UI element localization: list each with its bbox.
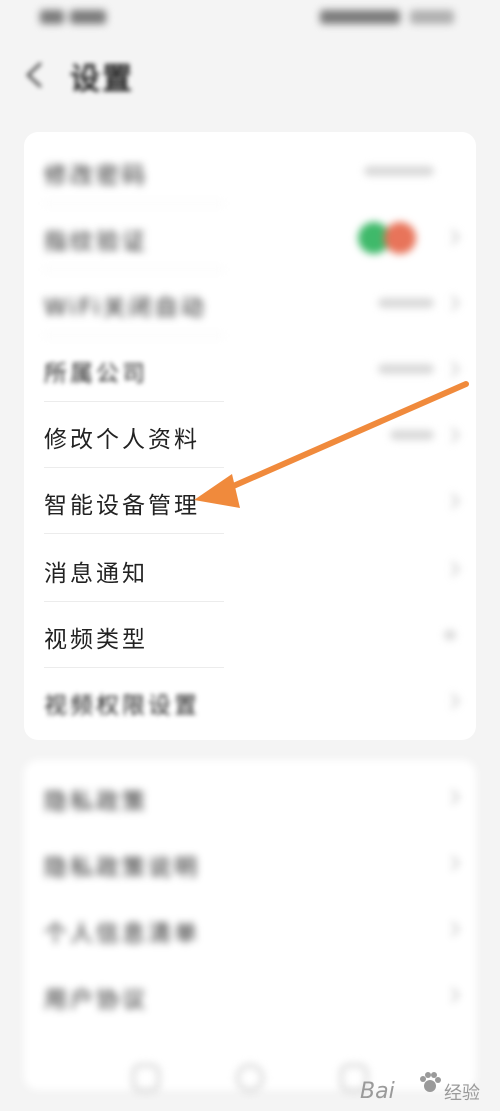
- settings-row-user-agreement[interactable]: 用户协议: [44, 962, 464, 1028]
- row-value: [444, 630, 456, 640]
- settings-row-privacy-summary[interactable]: 隐私政策说明: [44, 830, 464, 896]
- settings-row-video-type[interactable]: 视频类型: [44, 602, 464, 668]
- settings-row-smart-device-management[interactable]: 智能设备管理: [44, 468, 464, 534]
- toggle-switch[interactable]: [358, 222, 428, 254]
- row-label: 用户协议: [44, 987, 148, 1013]
- row-label: 个人信息清单: [44, 921, 200, 947]
- page-title: 设置: [70, 62, 134, 97]
- chevron-right-icon: [451, 295, 460, 311]
- settings-row-edit-profile[interactable]: 修改个人资料: [44, 402, 464, 468]
- row-label: 隐私政策说明: [44, 855, 200, 881]
- chevron-right-icon: [451, 921, 460, 937]
- back-arrow-icon[interactable]: [20, 58, 50, 92]
- watermark-suffix: 经验: [444, 1083, 480, 1104]
- row-value: [378, 298, 434, 308]
- row-label: WiFi关闭自动: [44, 295, 207, 321]
- row-label: 隐私政策: [44, 789, 148, 815]
- settings-row-company[interactable]: 所属公司: [44, 336, 464, 402]
- row-label: 修改密码: [44, 163, 148, 189]
- row-value: [364, 166, 434, 176]
- battery-status: [320, 10, 460, 26]
- settings-row-video-permissions[interactable]: 视频权限设置: [44, 668, 464, 734]
- chevron-right-icon: [451, 561, 460, 577]
- chevron-right-icon: [451, 361, 460, 377]
- chevron-right-icon: [451, 789, 460, 805]
- chevron-right-icon: [451, 693, 460, 709]
- row-label: 视频类型: [44, 627, 148, 653]
- row-label: 消息通知: [44, 561, 148, 587]
- chevron-right-icon: [451, 987, 460, 1003]
- status-bar: [0, 0, 500, 40]
- row-label: 智能设备管理: [44, 493, 200, 519]
- settings-row-privacy-policy[interactable]: 隐私政策: [44, 764, 464, 830]
- watermark-brand: Bai: [360, 1079, 395, 1104]
- signal-icon: [40, 10, 110, 26]
- settings-row-notifications[interactable]: 消息通知: [44, 536, 464, 602]
- home-icon[interactable]: [132, 1064, 160, 1092]
- chevron-right-icon: [451, 229, 460, 245]
- settings-row-fingerprint[interactable]: 指纹验证: [44, 204, 464, 270]
- settings-card-primary: 修改密码 指纹验证 WiFi关闭自动 所属公司 修改个人资料 智能设备管理 消息…: [24, 132, 476, 740]
- row-label: 所属公司: [44, 361, 148, 387]
- chevron-right-icon: [451, 493, 460, 509]
- settings-card-secondary: 隐私政策 隐私政策说明 个人信息清单 用户协议: [24, 760, 476, 1090]
- row-value: [390, 430, 434, 440]
- settings-row-wifi[interactable]: WiFi关闭自动: [44, 270, 464, 336]
- row-label: 修改个人资料: [44, 427, 200, 453]
- apps-icon[interactable]: [236, 1064, 264, 1092]
- settings-row-change-password[interactable]: 修改密码: [44, 138, 464, 204]
- baidu-watermark: Bai 经验: [360, 1071, 490, 1105]
- row-label: 视频权限设置: [44, 693, 200, 719]
- chevron-right-icon: [451, 855, 460, 871]
- chevron-right-icon: [451, 427, 460, 443]
- settings-row-personal-info[interactable]: 个人信息清单: [44, 896, 464, 962]
- row-value: [378, 364, 434, 374]
- divider: [44, 533, 224, 534]
- row-label: 指纹验证: [44, 229, 148, 255]
- app-header: 设置: [0, 40, 500, 110]
- baidu-paw-icon: [420, 1072, 441, 1092]
